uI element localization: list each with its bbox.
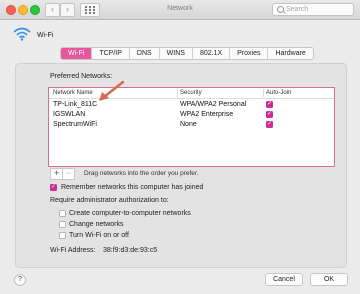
arrow-annotation — [99, 80, 125, 101]
search-placeholder: Search — [286, 6, 309, 13]
table-row[interactable]: TP-Link_811C WPA/WPA2 Personal ✓ — [49, 100, 334, 110]
checkmark-icon: ✓ — [50, 184, 57, 190]
network-security: None — [180, 121, 197, 128]
change-networks-label: Change networks — [69, 221, 124, 228]
tab-wins[interactable]: WINS — [160, 48, 193, 59]
wifi-icon — [13, 27, 31, 41]
auto-join-checkbox[interactable]: ✓ — [266, 101, 273, 108]
search-icon — [277, 6, 284, 13]
search-field[interactable]: Search — [272, 3, 354, 16]
help-button[interactable]: ? — [14, 274, 26, 286]
tab-hardware[interactable]: Hardware — [268, 48, 312, 59]
network-name: SpectrumWiFi — [53, 121, 97, 128]
wifi-address-value: 38:f9:d3:de:93:c5 — [103, 247, 158, 254]
column-header-security[interactable]: Security — [180, 90, 202, 96]
change-networks-checkbox[interactable] — [59, 221, 66, 228]
create-c2c-networks-checkbox[interactable] — [59, 210, 66, 217]
tab-bar: Wi-Fi TCP/IP DNS WINS 802.1X Proxies Har… — [60, 47, 314, 60]
checkmark-icon: ✓ — [266, 121, 273, 127]
remove-network-button[interactable]: − — [62, 169, 74, 179]
turn-wifi-on-off-label: Turn Wi-Fi on or off — [69, 232, 129, 239]
tab-8021x[interactable]: 802.1X — [193, 48, 231, 59]
tab-dns[interactable]: DNS — [130, 48, 160, 59]
remember-networks-checkbox[interactable]: ✓ — [50, 184, 57, 191]
network-security: WPA/WPA2 Personal — [180, 101, 247, 108]
checkmark-icon: ✓ — [266, 111, 273, 117]
network-name: IGSWLAN — [53, 111, 86, 118]
table-header: Network Name Security Auto-Join — [49, 88, 334, 99]
network-name: TP-Link_811C — [53, 101, 98, 108]
interface-name: Wi-Fi — [37, 32, 54, 39]
checkmark-icon: ✓ — [266, 101, 273, 107]
auto-join-checkbox[interactable]: ✓ — [266, 111, 273, 118]
add-network-button[interactable]: + — [51, 169, 62, 179]
tab-proxies[interactable]: Proxies — [230, 48, 269, 59]
require-admin-label: Require administrator authorization to: — [50, 197, 169, 204]
preferred-networks-label: Preferred Networks: — [50, 73, 113, 80]
tab-tcpip[interactable]: TCP/IP — [92, 48, 130, 59]
preferred-networks-table[interactable]: Network Name Security Auto-Join TP-Link_… — [48, 87, 335, 167]
tab-wifi[interactable]: Wi-Fi — [61, 48, 93, 59]
column-divider — [177, 89, 178, 97]
cancel-button[interactable]: Cancel — [265, 273, 303, 286]
column-header-network-name[interactable]: Network Name — [53, 90, 93, 96]
column-header-auto-join[interactable]: Auto-Join — [266, 90, 291, 96]
create-c2c-networks-label: Create computer-to-computer networks — [69, 210, 191, 217]
add-remove-control: + − — [50, 168, 75, 180]
table-row[interactable]: SpectrumWiFi None ✓ — [49, 120, 334, 130]
drag-hint-text: Drag networks into the order you prefer. — [84, 170, 199, 177]
auto-join-checkbox[interactable]: ✓ — [266, 121, 273, 128]
turn-wifi-on-off-checkbox[interactable] — [59, 232, 66, 239]
wifi-address-label: Wi-Fi Address: — [50, 247, 96, 254]
table-row[interactable]: IGSWLAN WPA2 Enterprise ✓ — [49, 110, 334, 120]
remember-networks-label: Remember networks this computer has join… — [61, 184, 204, 191]
ok-button[interactable]: OK — [310, 273, 348, 286]
network-security: WPA2 Enterprise — [180, 111, 234, 118]
column-divider — [263, 89, 264, 97]
